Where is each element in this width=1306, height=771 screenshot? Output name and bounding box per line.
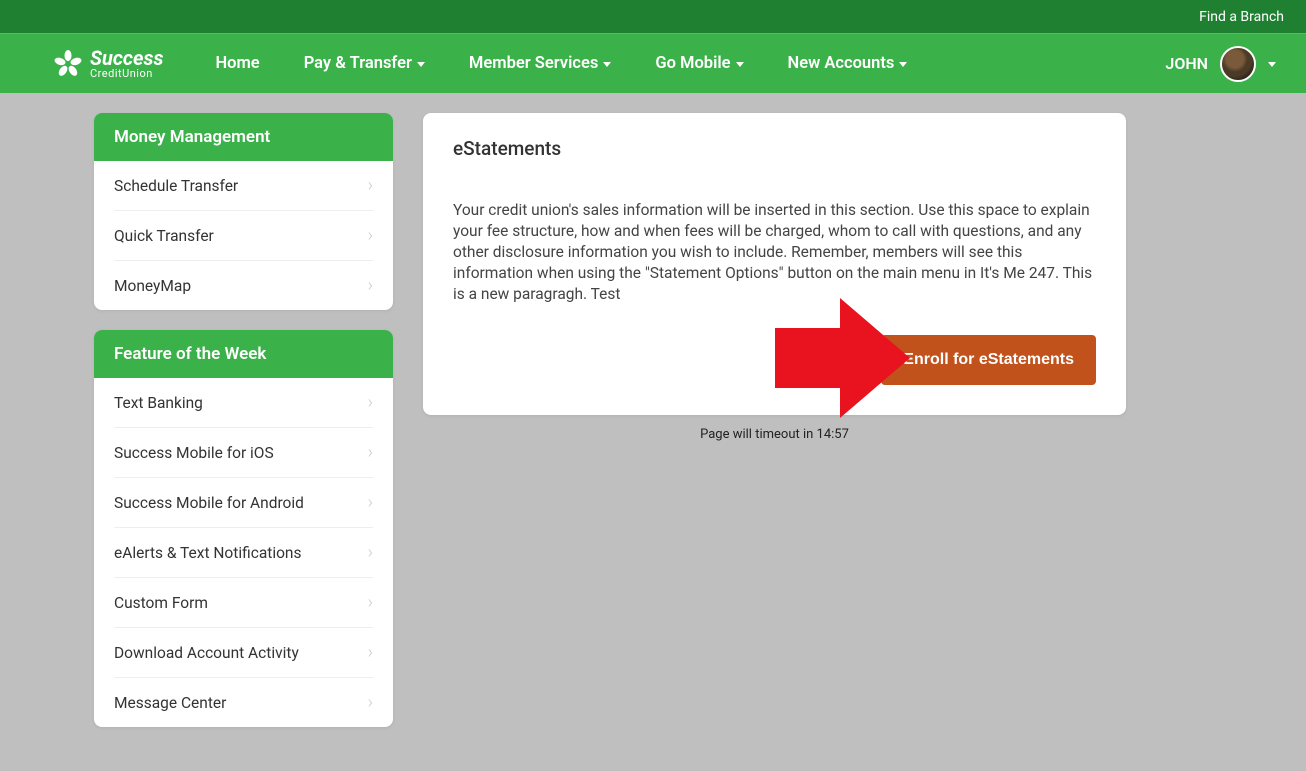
sidebar-item-message-center[interactable]: Message Center › bbox=[114, 677, 373, 727]
sidebar-item-label: Download Account Activity bbox=[114, 644, 299, 662]
sidebar-item-ealerts[interactable]: eAlerts & Text Notifications › bbox=[114, 527, 373, 577]
chevron-down-icon bbox=[899, 62, 907, 67]
enroll-button[interactable]: Enroll for eStatements bbox=[881, 335, 1096, 385]
sidebar-item-label: MoneyMap bbox=[114, 277, 191, 295]
sidebar-item-label: Message Center bbox=[114, 694, 226, 712]
chevron-right-icon: › bbox=[368, 542, 373, 563]
page-content: Money Management Schedule Transfer › Qui… bbox=[0, 93, 1306, 747]
sidebar-item-label: Quick Transfer bbox=[114, 227, 214, 245]
sidebar-item-custom-form[interactable]: Custom Form › bbox=[114, 577, 373, 627]
sidebar-item-label: eAlerts & Text Notifications bbox=[114, 544, 301, 562]
sidebar: Money Management Schedule Transfer › Qui… bbox=[94, 113, 393, 727]
page-title: eStatements bbox=[453, 137, 1096, 160]
nav-go-mobile[interactable]: Go Mobile bbox=[633, 44, 765, 83]
sidebar-item-label: Schedule Transfer bbox=[114, 177, 238, 195]
avatar bbox=[1220, 46, 1256, 82]
nav-new-accounts[interactable]: New Accounts bbox=[766, 44, 930, 83]
user-menu[interactable]: JOHN bbox=[1165, 46, 1286, 82]
chevron-right-icon: › bbox=[368, 392, 373, 413]
logo-sub-text: CreditUnion bbox=[90, 68, 163, 79]
sidebar-item-ios[interactable]: Success Mobile for iOS › bbox=[114, 427, 373, 477]
sidebar-item-label: Custom Form bbox=[114, 594, 208, 612]
card-header: Feature of the Week bbox=[94, 330, 393, 378]
enroll-row: Enroll for eStatements bbox=[453, 335, 1096, 385]
chevron-right-icon: › bbox=[368, 492, 373, 513]
nav-pay-transfer[interactable]: Pay & Transfer bbox=[282, 44, 447, 83]
chevron-right-icon: › bbox=[368, 175, 373, 196]
money-management-card: Money Management Schedule Transfer › Qui… bbox=[94, 113, 393, 310]
nav-label: Pay & Transfer bbox=[304, 54, 412, 73]
chevron-down-icon bbox=[603, 62, 611, 67]
nav-home[interactable]: Home bbox=[193, 44, 281, 83]
estatements-card: eStatements Your credit union's sales in… bbox=[423, 113, 1126, 415]
card-header: Money Management bbox=[94, 113, 393, 161]
logo-main-text: Success bbox=[90, 48, 163, 68]
utility-bar: Find a Branch bbox=[0, 0, 1306, 33]
timeout-notice: Page will timeout in 14:57 bbox=[700, 427, 849, 442]
feature-week-card: Feature of the Week Text Banking › Succe… bbox=[94, 330, 393, 727]
chevron-down-icon bbox=[417, 62, 425, 67]
chevron-right-icon: › bbox=[368, 692, 373, 713]
sidebar-item-label: Success Mobile for iOS bbox=[114, 444, 274, 462]
sidebar-item-moneymap[interactable]: MoneyMap › bbox=[114, 260, 373, 310]
nav-label: Member Services bbox=[469, 54, 598, 73]
chevron-right-icon: › bbox=[368, 442, 373, 463]
main-navbar: Success CreditUnion Home Pay & Transfer … bbox=[0, 33, 1306, 93]
timeout-value: 14:57 bbox=[817, 427, 849, 442]
sidebar-item-quick-transfer[interactable]: Quick Transfer › bbox=[114, 210, 373, 260]
sidebar-item-android[interactable]: Success Mobile for Android › bbox=[114, 477, 373, 527]
sidebar-item-schedule-transfer[interactable]: Schedule Transfer › bbox=[114, 161, 373, 210]
user-name: JOHN bbox=[1165, 54, 1208, 73]
chevron-down-icon bbox=[736, 62, 744, 67]
sidebar-item-download-activity[interactable]: Download Account Activity › bbox=[114, 627, 373, 677]
main-column: eStatements Your credit union's sales in… bbox=[423, 113, 1126, 442]
chevron-right-icon: › bbox=[368, 592, 373, 613]
sidebar-item-text-banking[interactable]: Text Banking › bbox=[114, 378, 373, 427]
nav-member-services[interactable]: Member Services bbox=[447, 44, 633, 83]
chevron-down-icon bbox=[1268, 62, 1276, 67]
chevron-right-icon: › bbox=[368, 642, 373, 663]
logo-icon bbox=[54, 50, 82, 78]
nav-label: New Accounts bbox=[788, 54, 895, 73]
nav-label: Home bbox=[215, 54, 259, 73]
nav-label: Go Mobile bbox=[655, 54, 730, 73]
chevron-right-icon: › bbox=[368, 275, 373, 296]
logo[interactable]: Success CreditUnion bbox=[54, 48, 163, 79]
nav-items: Home Pay & Transfer Member Services Go M… bbox=[193, 44, 929, 83]
sidebar-item-label: Success Mobile for Android bbox=[114, 494, 304, 512]
find-branch-link[interactable]: Find a Branch bbox=[1199, 9, 1284, 25]
timeout-prefix: Page will timeout in bbox=[700, 427, 816, 442]
chevron-right-icon: › bbox=[368, 225, 373, 246]
disclosure-text: Your credit union's sales information wi… bbox=[453, 200, 1096, 305]
sidebar-item-label: Text Banking bbox=[114, 394, 203, 412]
